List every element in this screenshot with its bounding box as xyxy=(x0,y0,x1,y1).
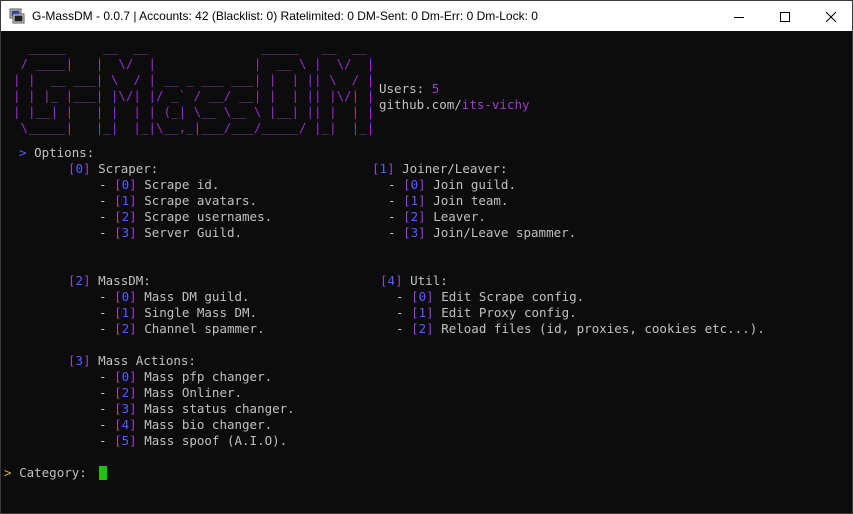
option-item: - [0] Join guild. xyxy=(388,177,516,192)
maximize-icon xyxy=(780,7,790,26)
group-util: [4] Util: xyxy=(380,273,448,288)
logo-line: \_____| |_| |_|\__,_|___/___/_____/ |_| … xyxy=(13,120,375,135)
option-item: - [1] Join team. xyxy=(388,193,509,208)
option-item: - [1] Single Mass DM. xyxy=(99,305,258,320)
option-item: - [3] Mass status changer. xyxy=(99,401,295,416)
github-info: github.com/its-vichy xyxy=(379,97,530,113)
option-item: - [5] Mass spoof (A.I.O). xyxy=(99,433,288,448)
users-label: Users: xyxy=(379,81,432,96)
terminal-output[interactable]: _____ __ __ _____ __ __ / ____| | \/ | |… xyxy=(1,31,836,513)
input-prompt-arrow: > xyxy=(4,465,12,480)
option-item: - [0] Mass DM guild. xyxy=(99,289,250,304)
option-item: - [2] Leaver. xyxy=(388,209,486,224)
option-item: - [2] Scrape usernames. xyxy=(99,209,273,224)
users-count: 5 xyxy=(431,81,440,96)
option-item: - [3] Join/Leave spammer. xyxy=(388,225,577,240)
minimize-button[interactable] xyxy=(716,1,762,31)
option-item: - [2] Reload files (id, proxies, cookies… xyxy=(396,321,765,336)
close-button[interactable] xyxy=(808,1,853,31)
options-header: > Options: xyxy=(19,145,94,161)
prompt-arrow: > xyxy=(19,145,27,160)
logo-line: | | |_ |___| |\/| |/ _` / __/ __| | | ||… xyxy=(13,88,375,103)
option-item: - [2] Mass Onliner. xyxy=(99,385,243,400)
options-title: Options: xyxy=(34,145,95,160)
minimize-icon xyxy=(734,7,744,26)
option-item: - [1] Edit Proxy config. xyxy=(396,305,577,320)
option-item: - [3] Server Guild. xyxy=(99,225,243,240)
group-massdm: [2] MassDM: xyxy=(68,273,151,288)
option-item: - [0] Scrape id. xyxy=(99,177,220,192)
option-item: - [0] Edit Scrape config. xyxy=(396,289,585,304)
users-info: Users: 5 xyxy=(379,81,439,97)
terminal-window: G-MassDM - 0.0.7 | Accounts: 42 (Blackli… xyxy=(0,0,853,514)
close-icon xyxy=(825,7,837,26)
window-title: G-MassDM - 0.0.7 | Accounts: 42 (Blackli… xyxy=(32,9,538,23)
logo-line: / ____| | \/ | | __ \ | \/ | xyxy=(13,56,375,71)
category-prompt: > Category: xyxy=(4,465,94,481)
category-label: Category: xyxy=(19,465,95,480)
logo-line: | | __ ___| \ / | __ _ ___ ___| | | || \… xyxy=(13,72,375,87)
console-icon xyxy=(9,8,25,24)
option-item: - [2] Channel spammer. xyxy=(99,321,265,336)
group-scraper: [0] Scraper: xyxy=(68,161,159,176)
github-prefix: github.com/ xyxy=(379,97,462,112)
group-mass-actions: [3] Mass Actions: xyxy=(68,353,196,368)
option-item: - [4] Mass bio changer. xyxy=(99,417,273,432)
github-user: its-vichy xyxy=(461,97,530,112)
group-joiner-leaver: [1] Joiner/Leaver: xyxy=(372,161,508,176)
option-item: - [1] Scrape avatars. xyxy=(99,193,258,208)
title-bar[interactable]: G-MassDM - 0.0.7 | Accounts: 42 (Blackli… xyxy=(1,1,852,31)
option-item: - [0] Mass pfp changer. xyxy=(99,369,273,384)
scrollbar[interactable] xyxy=(836,31,852,513)
text-cursor[interactable] xyxy=(99,466,107,480)
logo-line: _____ __ __ _____ __ __ xyxy=(13,40,375,55)
logo-line: | |__| | | | | | (_| \__ \__ \ |__| || |… xyxy=(13,104,375,119)
maximize-button[interactable] xyxy=(762,1,808,31)
